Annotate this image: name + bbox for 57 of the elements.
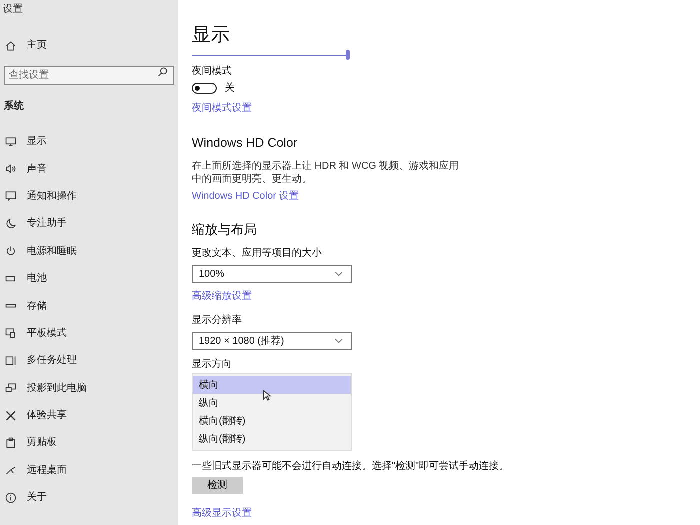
setting-label: 显示方向 [192, 358, 232, 371]
clipboard-icon [5, 436, 17, 449]
nav-item[interactable]: 通知和操作 [27, 188, 77, 204]
nav-item[interactable]: 投影到此电脑 [27, 380, 87, 396]
mouse-pointer-icon [262, 390, 274, 402]
orientation-option[interactable]: 横向(翻转) [193, 412, 351, 430]
toggle-state: 关 [225, 82, 235, 95]
dropdown-value: 100% [199, 268, 225, 280]
description-text: 在上面所选择的显示器上让 HDR 和 WCG 视频、游戏和应用中的画面更明亮、更生动。 [192, 160, 460, 186]
hd-color-link[interactable]: Windows HD Color 设置 [192, 190, 300, 203]
detect-note: 一些旧式显示器可能不会进行自动连接。选择"检测"即可尝试手动连接。 [192, 460, 510, 473]
tablet-icon [5, 327, 17, 340]
setting-label: 更改文本、应用等项目的大小 [192, 247, 322, 260]
home-icon [5, 40, 17, 52]
nav-item[interactable]: 声音 [27, 162, 47, 177]
moon-icon [5, 218, 17, 230]
window-title: 设置 [2, 2, 24, 17]
search-icon [157, 66, 169, 78]
dropdown-value: 1920 × 1080 (推荐) [199, 334, 284, 348]
message-icon [5, 190, 17, 202]
nav-item[interactable]: 远程桌面 [27, 462, 67, 478]
detect-button[interactable]: 检测 [192, 477, 243, 494]
nav-item[interactable]: 存储 [27, 298, 47, 314]
nav-item[interactable]: 显示 [27, 134, 47, 150]
brightness-slider[interactable] [192, 50, 350, 60]
nav-item[interactable]: 电源和睡眠 [27, 244, 77, 259]
info-icon [5, 492, 17, 504]
search-field[interactable]: 查找设置 [4, 66, 174, 85]
setting-label: 夜间模式 [192, 65, 232, 78]
toggle-switch[interactable] [192, 83, 217, 94]
nav-item[interactable]: 电池 [27, 271, 47, 286]
nav-item[interactable]: 专注助手 [27, 216, 67, 232]
scale-dropdown[interactable]: 100% [192, 265, 352, 283]
orientation-option[interactable]: 纵向(翻转) [193, 430, 351, 448]
monitor-icon [5, 136, 17, 148]
home-link[interactable]: 主页 [27, 38, 47, 53]
orientation-option[interactable]: 横向 [193, 376, 351, 394]
nav-item[interactable]: 关于 [27, 490, 47, 506]
advanced-display-link[interactable]: 高级显示设置 [192, 507, 252, 520]
nav-item[interactable]: 多任务处理 [27, 353, 77, 368]
nav-item[interactable]: 体验共享 [27, 408, 67, 424]
section-heading: 缩放与布局 [192, 222, 257, 238]
section-heading: Windows HD Color [192, 135, 298, 151]
nav-item[interactable]: 平板模式 [27, 326, 67, 341]
projector-icon [5, 382, 17, 394]
nav-item[interactable]: 剪贴板 [27, 435, 57, 450]
orientation-option[interactable]: 纵向 [193, 394, 351, 412]
advanced-scaling-link[interactable]: 高级缩放设置 [192, 290, 252, 303]
page-title: 显示 [192, 24, 231, 48]
section-heading: 系统 [3, 100, 25, 114]
night-light-link[interactable]: 夜间模式设置 [192, 102, 252, 115]
slider-thumb[interactable] [346, 50, 350, 60]
power-icon [5, 245, 17, 258]
resolution-dropdown[interactable]: 1920 × 1080 (推荐) [192, 332, 352, 350]
speaker-icon [5, 163, 17, 176]
multitask-icon [5, 354, 17, 367]
setting-label: 显示分辨率 [192, 314, 242, 327]
